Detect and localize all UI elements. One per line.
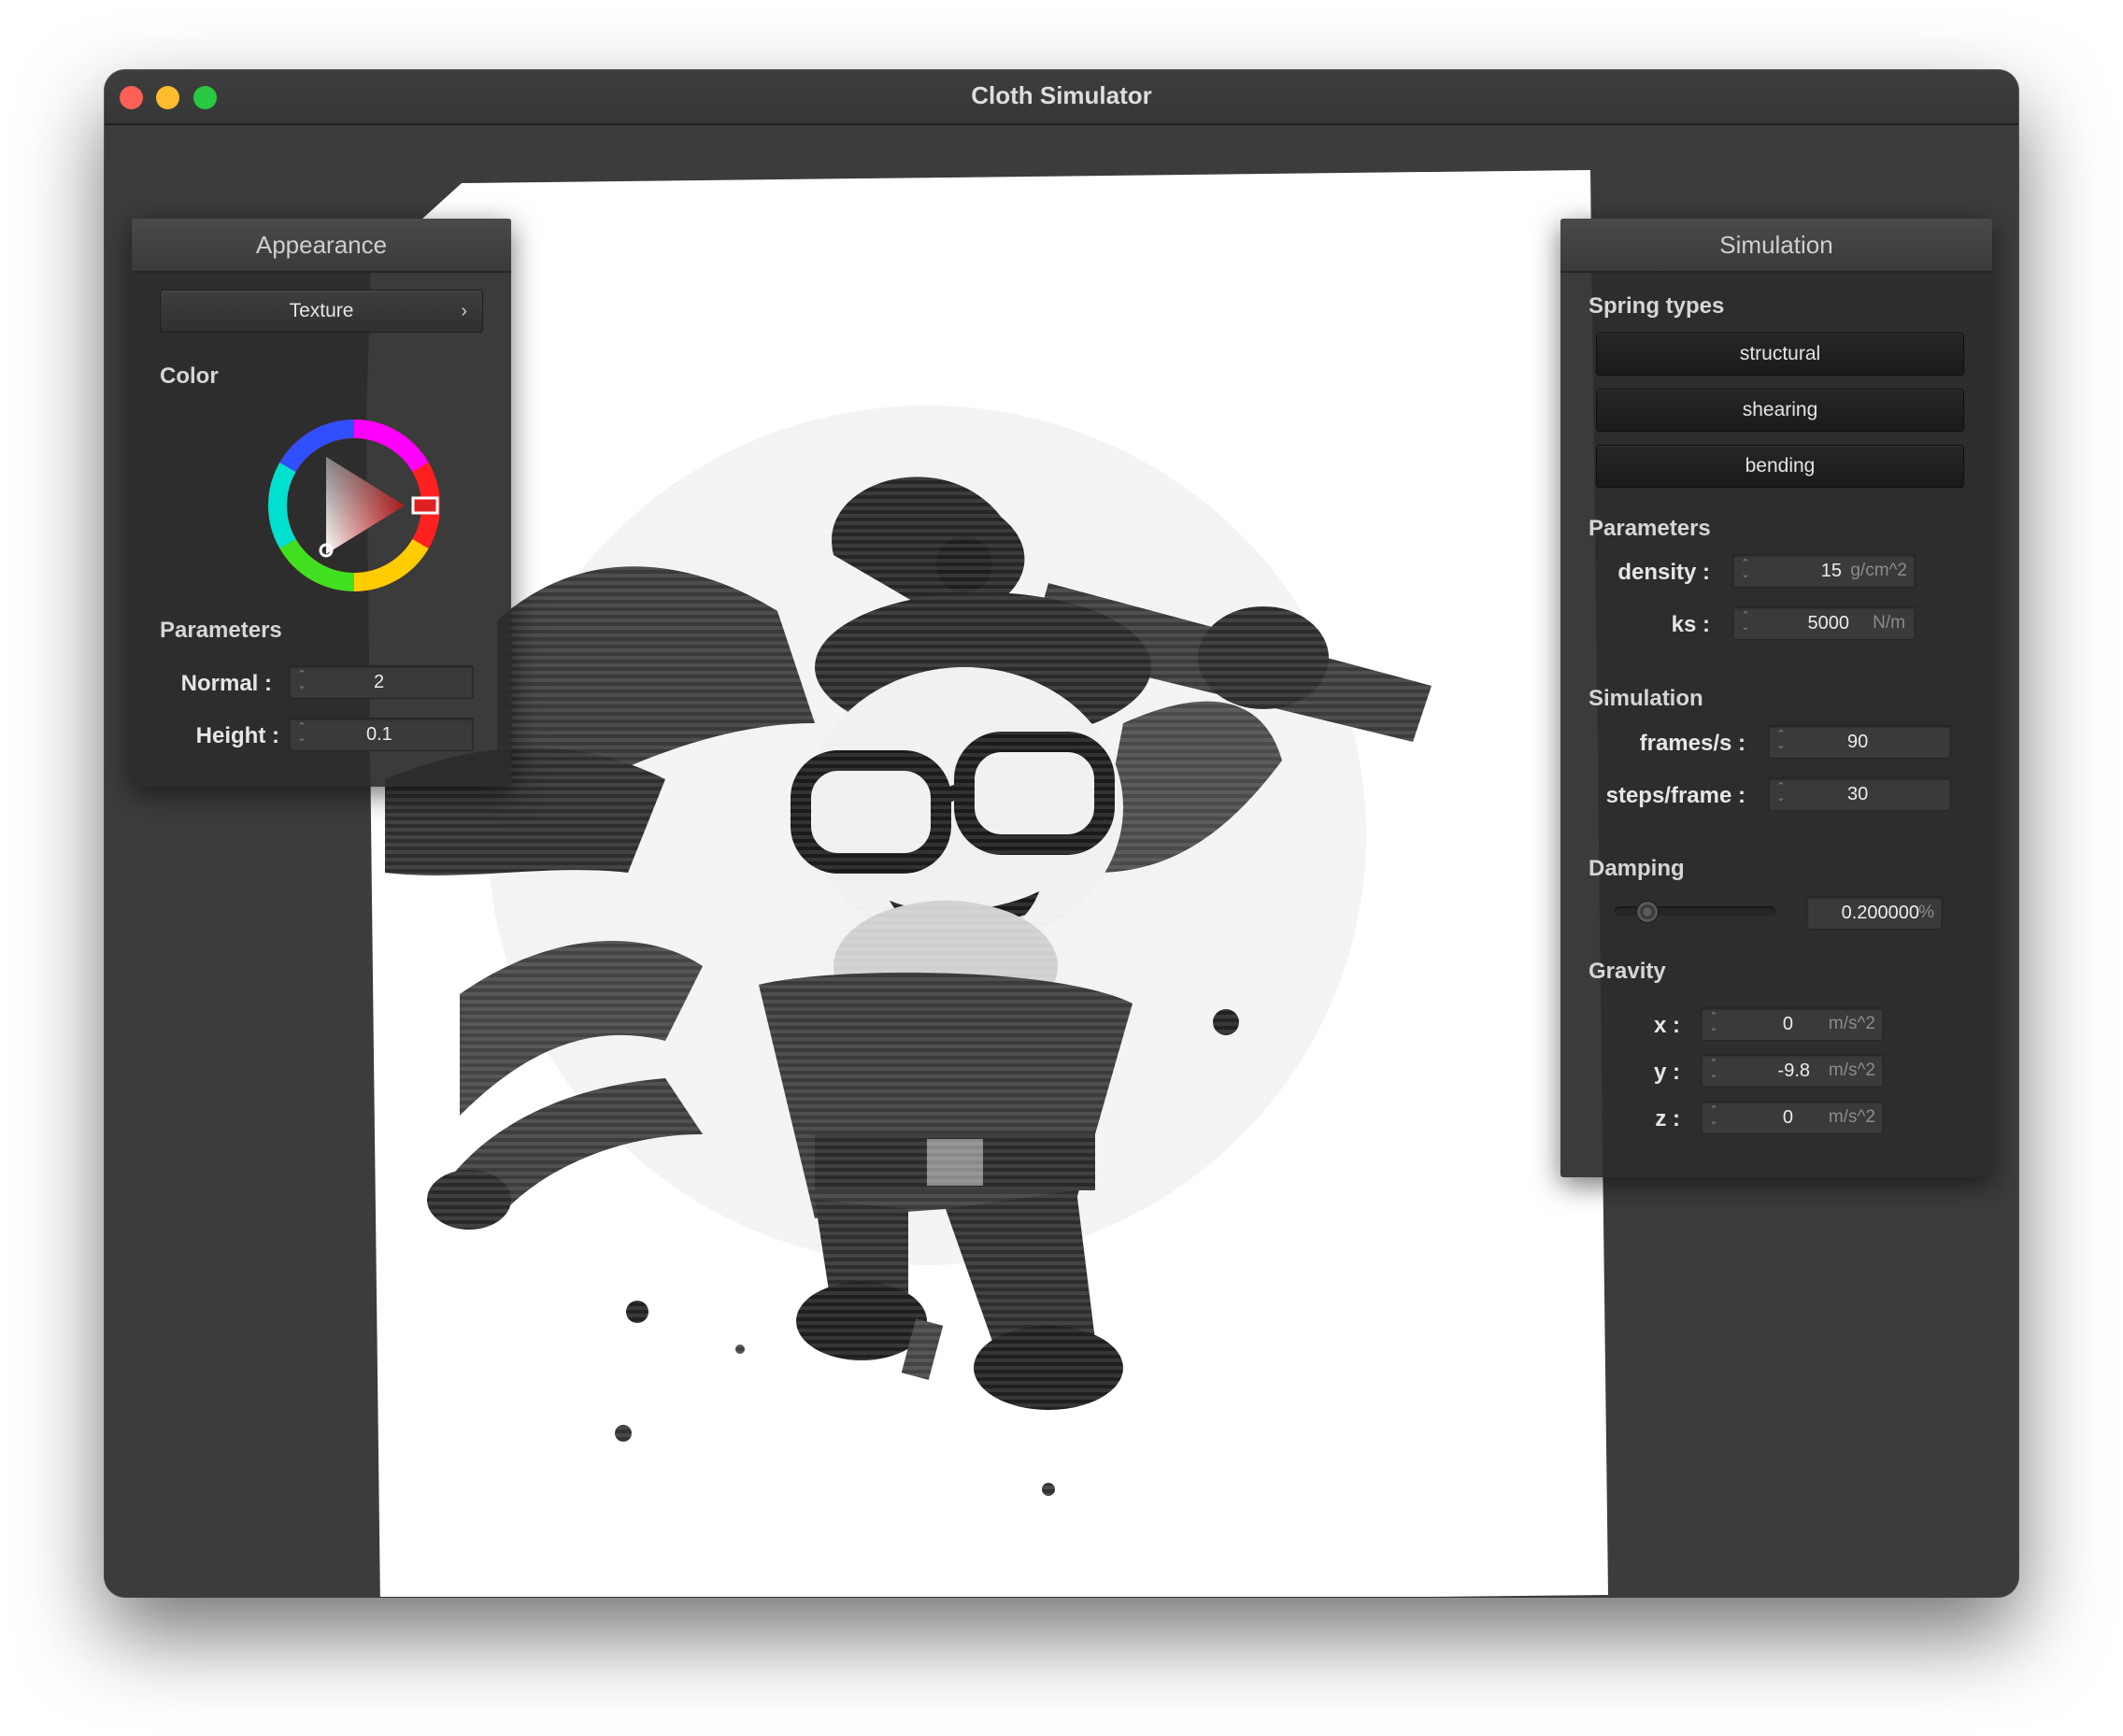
gravity-y-input[interactable]: ⌃ ⌄ -9.8 m/s^2 — [1701, 1054, 1884, 1088]
bending-label: bending — [1745, 455, 1816, 477]
height-value: 0.1 — [366, 724, 392, 745]
simulation-panel: Simulation Spring types structural shear… — [1560, 219, 1992, 1177]
steps-per-frame-label: steps/frame : — [1605, 783, 1745, 808]
stepper-icon[interactable]: ⌃ ⌄ — [1774, 781, 1788, 807]
gravity-x-input[interactable]: ⌃ ⌄ 0 m/s^2 — [1701, 1007, 1884, 1041]
chevron-right-icon: › — [461, 301, 467, 321]
simulation-parameters-label: Parameters — [1589, 516, 1711, 541]
stepper-icon[interactable]: ⌃ ⌄ — [1774, 729, 1788, 755]
gravity-y-unit: m/s^2 — [1828, 1060, 1875, 1080]
density-unit: g/cm^2 — [1850, 561, 1907, 580]
gravity-label: Gravity — [1589, 959, 1666, 984]
ks-unit: N/m — [1873, 613, 1905, 633]
ks-input[interactable]: ⌃ ⌄ 5000 N/m — [1732, 606, 1916, 640]
appearance-panel-header[interactable]: Appearance — [132, 219, 511, 273]
damping-label: Damping — [1589, 856, 1685, 881]
stepper-icon[interactable]: ⌃ ⌄ — [1707, 1104, 1720, 1131]
ks-label: ks : — [1671, 612, 1710, 637]
shearing-label: shearing — [1742, 399, 1818, 420]
gravity-z-value: 0 — [1782, 1107, 1793, 1128]
render-viewport[interactable]: Appearance Texture › Color Parameters No… — [105, 125, 2018, 1597]
shearing-spring-button[interactable]: shearing — [1596, 389, 1964, 432]
hue-selector-handle — [411, 496, 439, 515]
title-bar: Cloth Simulator — [105, 70, 2018, 125]
gravity-y-value: -9.8 — [1777, 1060, 1810, 1081]
gravity-y-label: y : — [1653, 1060, 1680, 1085]
stepper-icon[interactable]: ⌃ ⌄ — [1707, 1058, 1720, 1084]
simulation-section-label: Simulation — [1589, 686, 1703, 711]
ks-value: 5000 — [1807, 613, 1850, 633]
gravity-x-unit: m/s^2 — [1828, 1014, 1875, 1033]
normal-value: 2 — [374, 672, 385, 692]
frames-per-s-value: 90 — [1847, 732, 1869, 752]
gravity-z-input[interactable]: ⌃ ⌄ 0 m/s^2 — [1701, 1101, 1884, 1134]
bending-spring-button[interactable]: bending — [1596, 445, 1964, 488]
damping-input[interactable]: 0.200000 % — [1806, 896, 1943, 930]
damping-value: 0.200000 — [1841, 903, 1919, 923]
height-input[interactable]: ⌃ ⌄ 0.1 — [289, 718, 474, 751]
gravity-z-label: z : — [1655, 1106, 1680, 1131]
spring-types-label: Spring types — [1589, 293, 1725, 319]
damping-unit: % — [1918, 903, 1934, 922]
frames-per-s-label: frames/s : — [1639, 731, 1745, 756]
structural-label: structural — [1739, 343, 1821, 364]
gravity-x-label: x : — [1653, 1013, 1680, 1038]
normal-input[interactable]: ⌃ ⌄ 2 — [289, 665, 474, 699]
frames-per-s-input[interactable]: ⌃ ⌄ 90 — [1768, 725, 1951, 759]
texture-button-label: Texture — [289, 300, 354, 321]
window-title: Cloth Simulator — [971, 81, 1152, 109]
stepper-icon[interactable]: ⌃ ⌄ — [295, 721, 308, 747]
gravity-z-unit: m/s^2 — [1828, 1107, 1875, 1127]
color-section-label: Color — [160, 363, 219, 389]
appearance-panel: Appearance Texture › Color Parameters No… — [132, 219, 511, 787]
steps-per-frame-input[interactable]: ⌃ ⌄ 30 — [1768, 777, 1951, 811]
appearance-parameters-label: Parameters — [160, 618, 282, 643]
simulation-panel-header[interactable]: Simulation — [1560, 219, 1992, 273]
damping-slider-knob[interactable] — [1636, 901, 1660, 923]
height-label: Height : — [195, 723, 279, 748]
density-label: density : — [1617, 560, 1710, 585]
stepper-icon[interactable]: ⌃ ⌄ — [1739, 610, 1752, 636]
stepper-icon[interactable]: ⌃ ⌄ — [1739, 558, 1752, 584]
stepper-icon[interactable]: ⌃ ⌄ — [1707, 1011, 1720, 1037]
density-input[interactable]: ⌃ ⌄ 15 g/cm^2 — [1732, 554, 1916, 588]
color-wheel[interactable] — [268, 420, 440, 591]
structural-spring-button[interactable]: structural — [1596, 333, 1964, 376]
stepper-icon[interactable]: ⌃ ⌄ — [295, 669, 308, 695]
app-window: Cloth Simulator Appearance Texture › Col… — [105, 70, 2018, 1597]
normal-label: Normal : — [180, 671, 272, 696]
gravity-x-value: 0 — [1782, 1014, 1793, 1034]
steps-per-frame-value: 30 — [1847, 784, 1869, 804]
density-value: 15 — [1820, 561, 1842, 581]
texture-button[interactable]: Texture › — [160, 290, 483, 333]
